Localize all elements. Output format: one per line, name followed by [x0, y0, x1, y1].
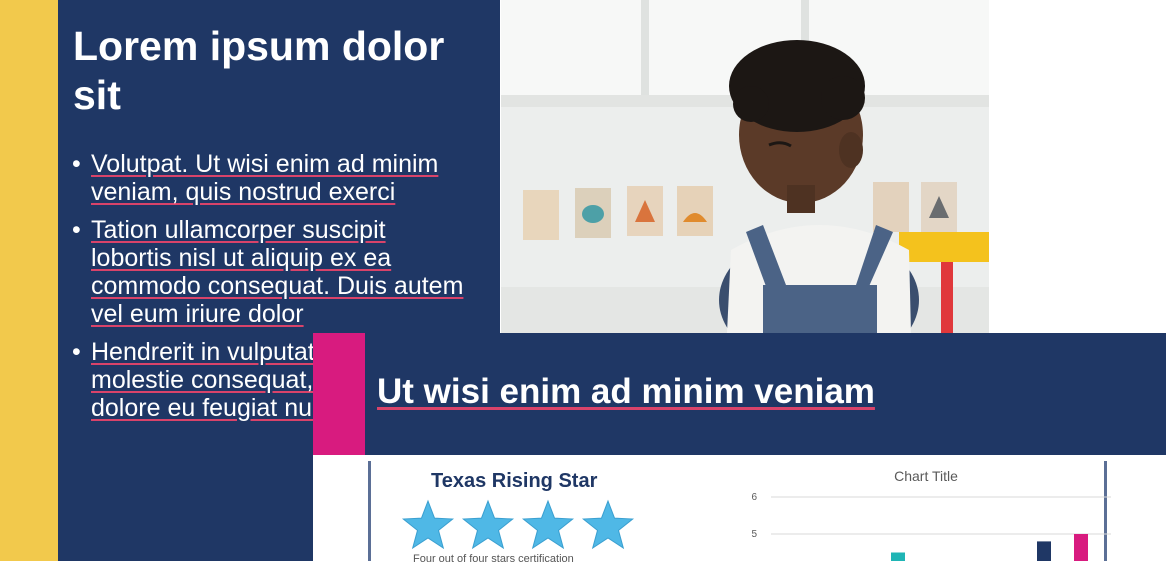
- star-rating: [401, 499, 635, 551]
- front-slide-title: Ut wisi enim ad minim veniam: [377, 372, 875, 411]
- yellow-accent-bar: [0, 0, 58, 561]
- star-shape: [401, 499, 455, 550]
- chart-bar: [891, 552, 905, 561]
- chart-bar: [1074, 534, 1088, 561]
- front-slide: Ut wisi enim ad minim veniam Texas Risin…: [313, 333, 1166, 565]
- front-slide-header: Ut wisi enim ad minim veniam: [313, 333, 1166, 455]
- star-shape: [521, 499, 575, 550]
- texas-rising-star-title: Texas Rising Star: [431, 470, 598, 492]
- magenta-accent-block: [313, 333, 365, 455]
- bullet-item: Volutpat. Ut wisi enim ad minim veniam, …: [70, 150, 470, 206]
- star-icon: [401, 499, 455, 550]
- star-icon: [581, 499, 635, 550]
- star-icon: [521, 499, 575, 550]
- y-tick-label: 5: [751, 529, 757, 540]
- star-icon: [461, 499, 515, 550]
- front-slide-body: Texas Rising Star Four out of four stars…: [313, 455, 1166, 565]
- star-shape: [461, 499, 515, 550]
- bullet-item: Tation ullamcorper suscipit lobortis nis…: [70, 216, 470, 328]
- chart-title: Chart Title: [894, 468, 958, 484]
- back-slide-title: Lorem ipsum dolor sit: [73, 23, 445, 118]
- child-photo: [501, 0, 989, 333]
- poster: [523, 190, 559, 240]
- y-tick-label: 6: [751, 492, 757, 503]
- bar-chart: Chart Title 6 5: [741, 465, 1121, 561]
- chart-bar: [1037, 541, 1051, 561]
- chart-svg: Chart Title 6 5: [751, 468, 1111, 561]
- star-shape: [581, 499, 635, 550]
- decorative-border-left: [368, 461, 371, 561]
- texas-rising-star-caption: Four out of four stars certification: [413, 553, 574, 565]
